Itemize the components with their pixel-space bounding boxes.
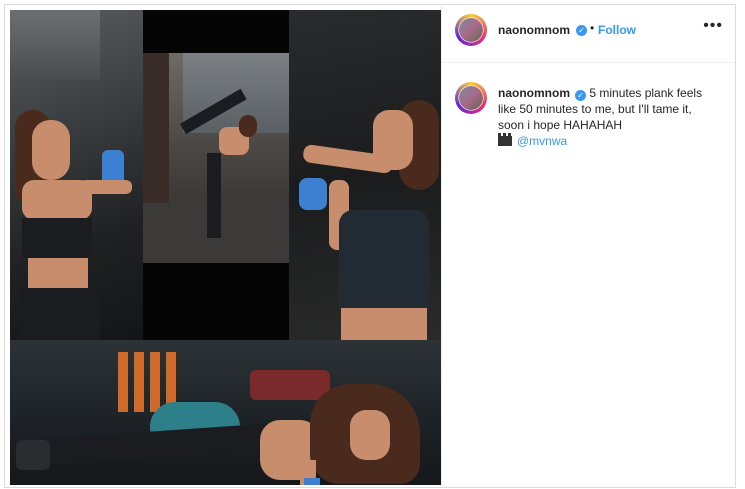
photo-gap-bottom	[143, 263, 289, 343]
avatar-image	[459, 18, 483, 42]
figure-top	[22, 218, 92, 258]
gym-shelf	[10, 10, 100, 80]
verified-icon: ✓	[576, 25, 587, 36]
standing-leg	[207, 153, 221, 238]
separator-dot: •	[590, 21, 595, 35]
avatar-image	[459, 86, 483, 110]
orange-bar	[118, 352, 128, 412]
clapperboard-icon	[498, 133, 512, 146]
figure-leggings	[20, 288, 100, 340]
plank-body	[15, 422, 277, 468]
post-media[interactable]	[10, 10, 441, 485]
closeup-sports-bra	[339, 210, 429, 310]
photo-boxing-stance	[10, 10, 143, 340]
post-header: naonomnom ✓ • Follow •••	[442, 4, 735, 63]
closeup-midriff	[341, 308, 427, 340]
orange-bar	[134, 352, 144, 412]
figure-head	[32, 120, 70, 180]
plank-hand-wrap	[304, 478, 320, 485]
shoe	[16, 440, 50, 470]
header-username[interactable]: naonomnom	[498, 23, 570, 37]
kicker-head	[239, 115, 257, 137]
photo-plank	[10, 340, 441, 485]
figure-waist	[28, 258, 88, 288]
caption-username[interactable]: naonomnom	[498, 86, 570, 100]
photo-punch-closeup	[289, 10, 441, 340]
photo-gap-top	[143, 10, 289, 53]
mention-link[interactable]: @mvnwa	[517, 134, 567, 148]
closeup-hand-wrap	[299, 178, 327, 210]
verified-icon: ✓	[575, 90, 586, 101]
caption-text: naonomnom ✓ 5 minutes plank feels like 50…	[498, 85, 708, 149]
photo-high-kick	[143, 53, 289, 263]
more-options-icon[interactable]: •••	[703, 17, 723, 35]
avatar[interactable]	[455, 14, 487, 46]
gym-equipment	[250, 370, 330, 400]
mention-row: @mvnwa	[498, 133, 708, 149]
follow-button[interactable]: Follow	[598, 23, 636, 37]
post-sidebar: naonomnom ✓ • Follow ••• naonomnom ✓ 5 mi…	[441, 4, 735, 486]
caption-avatar[interactable]	[455, 82, 487, 114]
plank-face	[350, 410, 390, 460]
orange-bar	[150, 352, 160, 412]
figure-arm	[80, 180, 132, 194]
